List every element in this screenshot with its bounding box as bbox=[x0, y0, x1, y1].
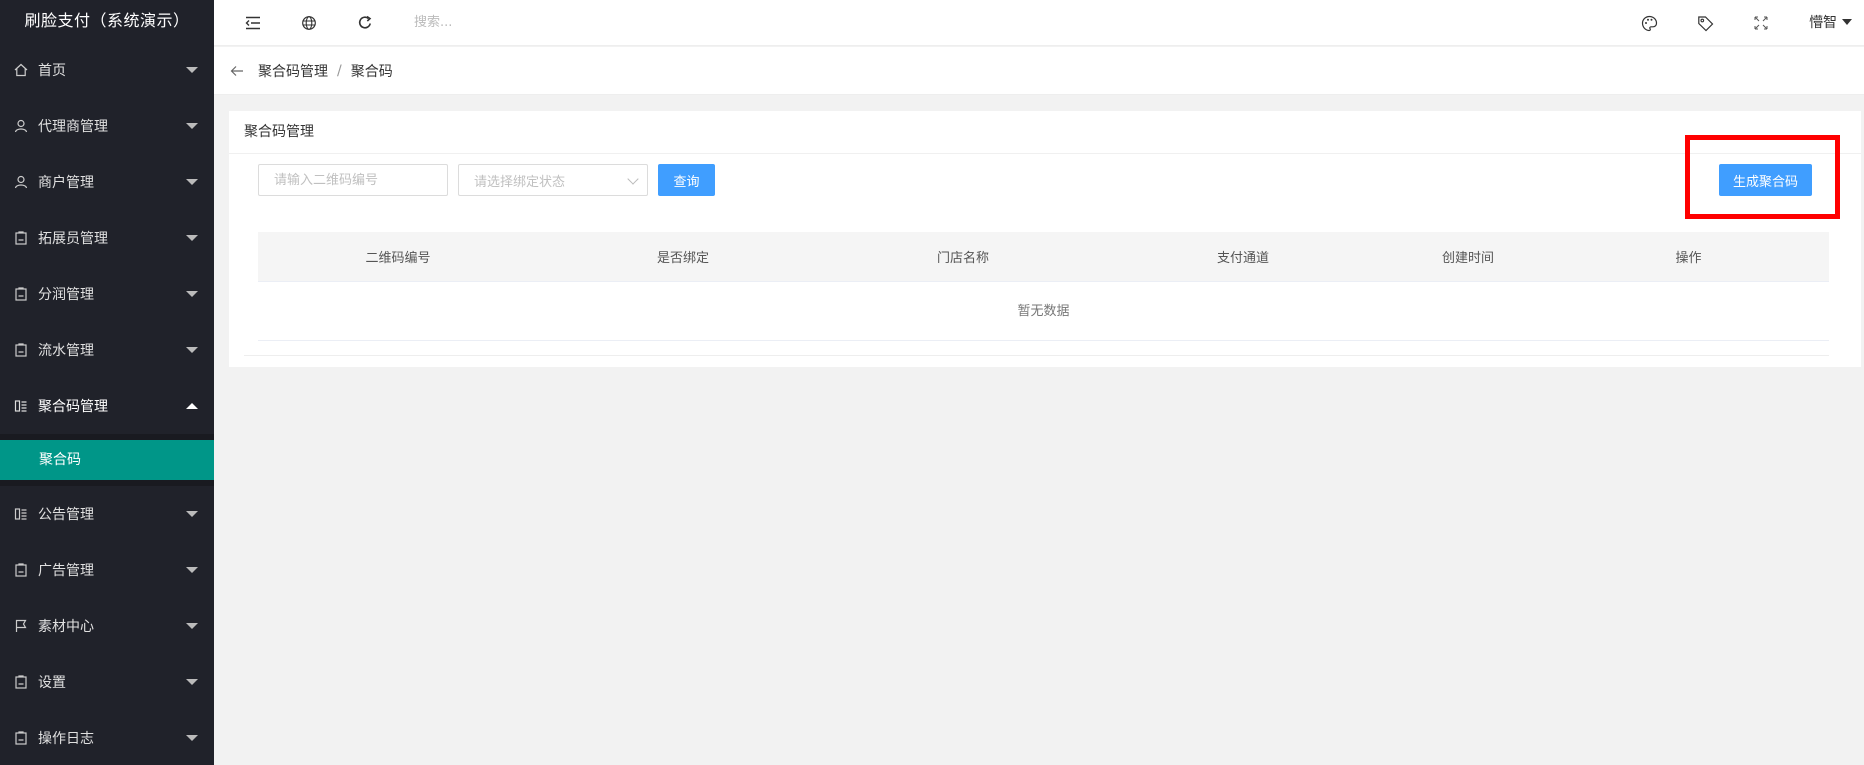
user-icon bbox=[14, 175, 28, 189]
sidebar-item-label: 流水管理 bbox=[38, 343, 94, 359]
caret-down-icon bbox=[186, 235, 198, 241]
sidebar-item-flow[interactable]: 流水管理 bbox=[0, 322, 214, 378]
qr-code-number-input[interactable] bbox=[258, 164, 448, 196]
sidebar-item-profit[interactable]: 分润管理 bbox=[0, 266, 214, 322]
column-header: 支付通道 bbox=[1216, 251, 1269, 266]
table-header: 二维码编号 是否绑定 门店名称 支付通道 创建时间 操作 bbox=[258, 232, 1829, 282]
column-header: 操作 bbox=[1675, 251, 1702, 266]
column-header: 门店名称 bbox=[936, 251, 989, 266]
caret-down-icon bbox=[186, 291, 198, 297]
sidebar-item-materials[interactable]: 素材中心 bbox=[0, 598, 214, 654]
sidebar: 刷脸支付（系统演示） 首页 代理商管理 商户管理 拓展员管理 分润管理 流水管理… bbox=[0, 0, 214, 765]
sidebar-item-home[interactable]: 首页 bbox=[0, 42, 214, 98]
column-header: 创建时间 bbox=[1441, 251, 1494, 266]
sidebar-item-label: 操作日志 bbox=[38, 731, 94, 747]
top-header: 懵智 bbox=[214, 0, 1864, 46]
sidebar-item-label: 素材中心 bbox=[38, 619, 94, 635]
clipboard-icon bbox=[14, 231, 28, 245]
clipboard-icon bbox=[14, 343, 28, 357]
app-title: 刷脸支付（系统演示） bbox=[24, 11, 190, 30]
generate-aggregate-code-button[interactable]: 生成聚合码 bbox=[1719, 164, 1812, 196]
column-header: 二维码编号 bbox=[365, 251, 431, 266]
breadcrumb-separator: / bbox=[337, 62, 342, 79]
chevron-down-icon bbox=[627, 173, 639, 185]
sidebar-item-aggregate-code-manage[interactable]: 聚合码管理 bbox=[0, 378, 214, 434]
caret-down-icon bbox=[186, 567, 198, 573]
list-icon bbox=[14, 399, 28, 413]
globe-icon[interactable] bbox=[298, 12, 320, 34]
clipboard-icon bbox=[14, 675, 28, 689]
flag-icon bbox=[14, 619, 28, 633]
back-arrow-icon[interactable] bbox=[230, 65, 244, 77]
clipboard-icon bbox=[14, 731, 28, 745]
user-menu[interactable]: 懵智 bbox=[1809, 12, 1852, 32]
breadcrumb-current: 聚合码 bbox=[350, 63, 393, 80]
caret-down-icon bbox=[186, 347, 198, 353]
refresh-icon[interactable] bbox=[354, 12, 376, 34]
sidebar-item-label: 设置 bbox=[38, 675, 66, 691]
breadcrumb-parent[interactable]: 聚合码管理 bbox=[258, 61, 328, 81]
sidebar-item-agent[interactable]: 代理商管理 bbox=[0, 98, 214, 154]
caret-down-icon bbox=[186, 735, 198, 741]
sidebar-item-label: 首页 bbox=[38, 63, 66, 79]
caret-down-icon bbox=[186, 123, 198, 129]
caret-down-icon bbox=[186, 179, 198, 185]
sidebar-item-merchant[interactable]: 商户管理 bbox=[0, 154, 214, 210]
caret-down-icon bbox=[186, 623, 198, 629]
sidebar-subitem-aggregate-code[interactable]: 聚合码 bbox=[0, 440, 214, 480]
sidebar-item-label: 拓展员管理 bbox=[38, 231, 108, 247]
breadcrumb: 聚合码管理 / 聚合码 bbox=[214, 47, 1864, 95]
divider bbox=[244, 355, 1829, 356]
content-card: 聚合码管理 请选择绑定状态 查询 生成聚合码 二维码编号 是否绑定 门店名称 支… bbox=[229, 111, 1861, 367]
sidebar-item-promoter[interactable]: 拓展员管理 bbox=[0, 210, 214, 266]
caret-down-icon bbox=[186, 67, 198, 73]
card-title: 聚合码管理 bbox=[229, 111, 1861, 154]
sidebar-item-label: 聚合码管理 bbox=[38, 399, 108, 415]
list-icon bbox=[14, 507, 28, 521]
menu-collapse-icon[interactable] bbox=[242, 12, 264, 34]
home-icon bbox=[14, 63, 28, 77]
submenu: 聚合码 bbox=[0, 434, 214, 486]
caret-down-icon bbox=[186, 511, 198, 517]
sidebar-item-label: 代理商管理 bbox=[38, 119, 108, 135]
tag-icon[interactable] bbox=[1694, 12, 1716, 34]
search-input[interactable] bbox=[414, 10, 674, 34]
user-name: 懵智 bbox=[1809, 15, 1837, 31]
caret-down-icon bbox=[1842, 19, 1852, 25]
sidebar-item-label: 公告管理 bbox=[38, 507, 94, 523]
caret-down-icon bbox=[186, 679, 198, 685]
column-header: 是否绑定 bbox=[656, 251, 709, 266]
sidebar-item-label: 分润管理 bbox=[38, 287, 94, 303]
bind-status-placeholder: 请选择绑定状态 bbox=[474, 174, 566, 190]
data-table: 二维码编号 是否绑定 门店名称 支付通道 创建时间 操作 暂无数据 bbox=[258, 232, 1829, 341]
empty-state: 暂无数据 bbox=[258, 282, 1829, 341]
clipboard-icon bbox=[14, 563, 28, 577]
sidebar-item-settings[interactable]: 设置 bbox=[0, 654, 214, 710]
sidebar-item-label: 广告管理 bbox=[38, 563, 94, 579]
caret-up-icon bbox=[186, 403, 198, 409]
clipboard-icon bbox=[14, 287, 28, 301]
query-button[interactable]: 查询 bbox=[658, 164, 715, 196]
theme-palette-icon[interactable] bbox=[1638, 12, 1660, 34]
user-icon bbox=[14, 119, 28, 133]
sidebar-item-operation-log[interactable]: 操作日志 bbox=[0, 710, 214, 765]
sidebar-item-notice[interactable]: 公告管理 bbox=[0, 486, 214, 542]
sidebar-item-label: 商户管理 bbox=[38, 175, 94, 191]
sidebar-item-ads[interactable]: 广告管理 bbox=[0, 542, 214, 598]
bind-status-select[interactable]: 请选择绑定状态 bbox=[458, 164, 648, 196]
fullscreen-icon[interactable] bbox=[1750, 12, 1772, 34]
